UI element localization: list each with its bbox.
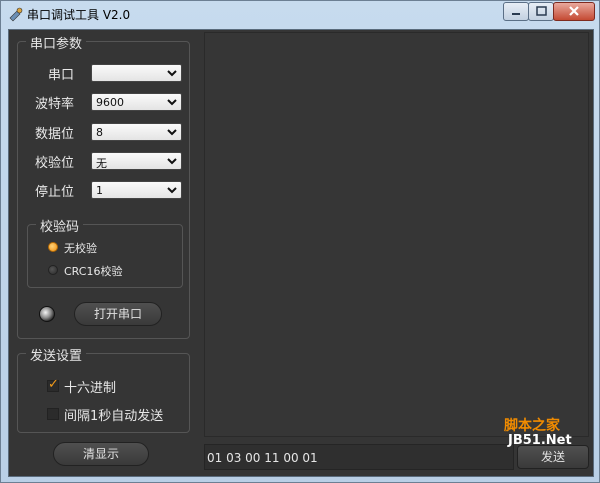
crc16-label: CRC16校验 xyxy=(64,265,123,278)
stop-bits-value: 1 xyxy=(96,184,103,197)
status-led-icon xyxy=(39,306,55,322)
hex-checkbox[interactable] xyxy=(47,377,59,392)
chevron-down-icon xyxy=(167,129,177,136)
minimize-icon xyxy=(512,13,520,15)
data-bits-label: 数据位 xyxy=(34,127,74,142)
crc16-radio[interactable] xyxy=(48,265,58,275)
auto-send-checkbox[interactable] xyxy=(47,408,59,420)
parity-value: 无 xyxy=(96,157,107,170)
baud-select[interactable]: 9600 xyxy=(91,93,182,111)
maximize-button[interactable] xyxy=(528,2,554,21)
data-bits-select[interactable]: 8 xyxy=(91,123,182,141)
parity-select[interactable]: 无 xyxy=(91,152,182,170)
minimize-button[interactable] xyxy=(503,2,529,21)
title-bar: 串口调试工具 V2.0 xyxy=(1,1,599,27)
send-input-value: 01 03 00 11 00 01 xyxy=(207,451,318,465)
data-bits-value: 8 xyxy=(96,126,103,139)
hex-label: 十六进制 xyxy=(64,381,117,396)
send-settings-group: 发送设置 十六进制 间隔1秒自动发送 xyxy=(17,345,190,433)
open-port-button[interactable]: 打开串口 xyxy=(74,302,162,326)
no-check-radio[interactable] xyxy=(48,242,58,252)
app-icon xyxy=(9,7,23,22)
serial-params-group: 串口参数 串口 波特率 9600 数据位 8 校验位 无 停止位 1 校验码 无… xyxy=(17,33,190,339)
serial-params-title: 串口参数 xyxy=(26,33,87,52)
clear-display-button[interactable]: 清显示 xyxy=(53,442,149,466)
auto-send-label: 间隔1秒自动发送 xyxy=(64,409,164,424)
chevron-down-icon xyxy=(167,158,177,165)
port-select[interactable] xyxy=(91,64,182,82)
stop-bits-select[interactable]: 1 xyxy=(91,181,182,199)
baud-label: 波特率 xyxy=(34,97,74,112)
maximize-icon xyxy=(536,6,547,16)
watermark-line1: 脚本之家 xyxy=(504,418,560,434)
main-window: 串口调试工具 V2.0 串口参数 串口 波特率 9600 数据位 8 校验位 无… xyxy=(0,0,600,483)
chevron-down-icon xyxy=(167,70,177,77)
send-settings-title: 发送设置 xyxy=(26,345,87,364)
send-button[interactable]: 发送 xyxy=(517,445,589,469)
chevron-down-icon xyxy=(167,99,177,106)
client-area: 串口参数 串口 波特率 9600 数据位 8 校验位 无 停止位 1 校验码 无… xyxy=(8,29,594,477)
receive-display[interactable] xyxy=(204,32,589,437)
close-button[interactable] xyxy=(553,2,595,21)
parity-label: 校验位 xyxy=(34,156,74,171)
send-input[interactable]: 01 03 00 11 00 01 xyxy=(204,444,514,470)
stop-bits-label: 停止位 xyxy=(34,185,74,200)
checksum-title: 校验码 xyxy=(36,216,84,235)
close-icon xyxy=(569,6,579,16)
window-title: 串口调试工具 V2.0 xyxy=(27,8,131,22)
baud-value: 9600 xyxy=(96,96,124,109)
no-check-label: 无校验 xyxy=(64,242,97,255)
watermark-line2: JB51.Net xyxy=(508,433,572,448)
chevron-down-icon xyxy=(167,187,177,194)
checksum-group: 校验码 无校验 CRC16校验 xyxy=(27,216,183,288)
port-label: 串口 xyxy=(47,68,74,83)
